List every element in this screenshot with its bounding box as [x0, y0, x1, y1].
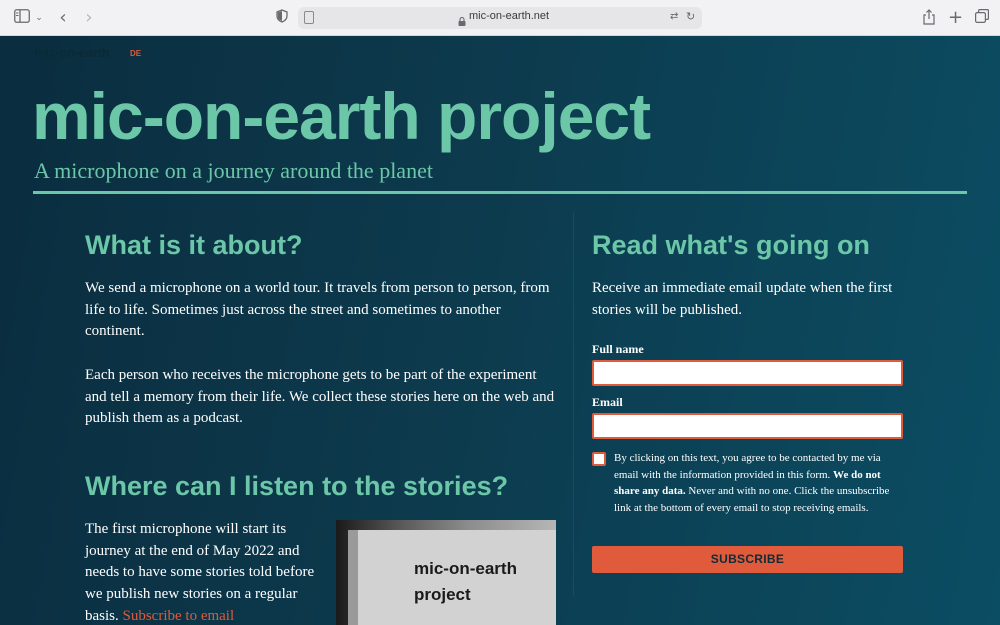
chevron-down-icon[interactable]: ⌄: [34, 9, 44, 27]
full-name-input[interactable]: [592, 360, 903, 386]
about-paragraph-2: Each person who receives the microphone …: [85, 367, 555, 427]
lock-icon: [458, 13, 466, 26]
brand-logo[interactable]: mic-on-earth: [34, 45, 109, 60]
browser-toolbar: ⌄ ‹ › mic-on-earth.net ⇄ ↻ +: [0, 0, 1000, 36]
tabs-overview-icon[interactable]: [975, 9, 989, 27]
share-icon[interactable]: [922, 9, 936, 27]
photo-label: mic-on-earth project: [414, 556, 517, 608]
back-icon[interactable]: ‹: [56, 9, 70, 27]
full-name-label: Full name: [592, 342, 644, 356]
photo-text-1: mic-on-earth: [414, 559, 517, 578]
shield-icon[interactable]: [276, 9, 288, 27]
forward-icon[interactable]: ›: [82, 9, 96, 27]
header-rule: [33, 191, 967, 194]
email-label: Email: [592, 395, 623, 409]
address-url[interactable]: mic-on-earth.net: [469, 10, 549, 22]
sidebar-icon[interactable]: [14, 9, 30, 27]
tagline: A microphone on a journey around the pla…: [34, 158, 433, 183]
listen-heading: Where can I listen to the stories?: [85, 471, 509, 501]
about-heading: What is it about?: [85, 230, 303, 260]
signup-heading: Read what's going on: [592, 230, 870, 260]
subscribe-button[interactable]: SUBSCRIBE: [592, 546, 903, 573]
column-divider: [573, 212, 574, 596]
new-tab-icon[interactable]: +: [948, 9, 963, 27]
photo-text-2: project: [414, 585, 471, 604]
signup-intro: Receive an immediate email update when t…: [592, 280, 893, 318]
language-switch[interactable]: DE: [130, 49, 141, 58]
listen-paragraph: The first microphone will start its jour…: [85, 519, 315, 625]
translate-icon[interactable]: ⇄: [670, 11, 683, 24]
email-input[interactable]: [592, 413, 903, 439]
address-bar[interactable]: mic-on-earth.net ⇄ ↻: [298, 7, 702, 29]
consent-checkbox[interactable]: [592, 452, 606, 466]
microphone-box-photo: mic-on-earth project: [336, 520, 556, 625]
reload-icon[interactable]: ↻: [686, 10, 698, 23]
page-icon: [304, 11, 314, 24]
subscribe-email-link[interactable]: Subscribe to email: [123, 608, 235, 624]
about-paragraph-1: We send a microphone on a world tour. It…: [85, 280, 550, 340]
consent-text[interactable]: By clicking on this text, you agree to b…: [614, 450, 894, 517]
page-title: mic-on-earth project: [32, 79, 651, 153]
page-content: mic-on-earth DE mic-on-earth project A m…: [0, 36, 1000, 625]
